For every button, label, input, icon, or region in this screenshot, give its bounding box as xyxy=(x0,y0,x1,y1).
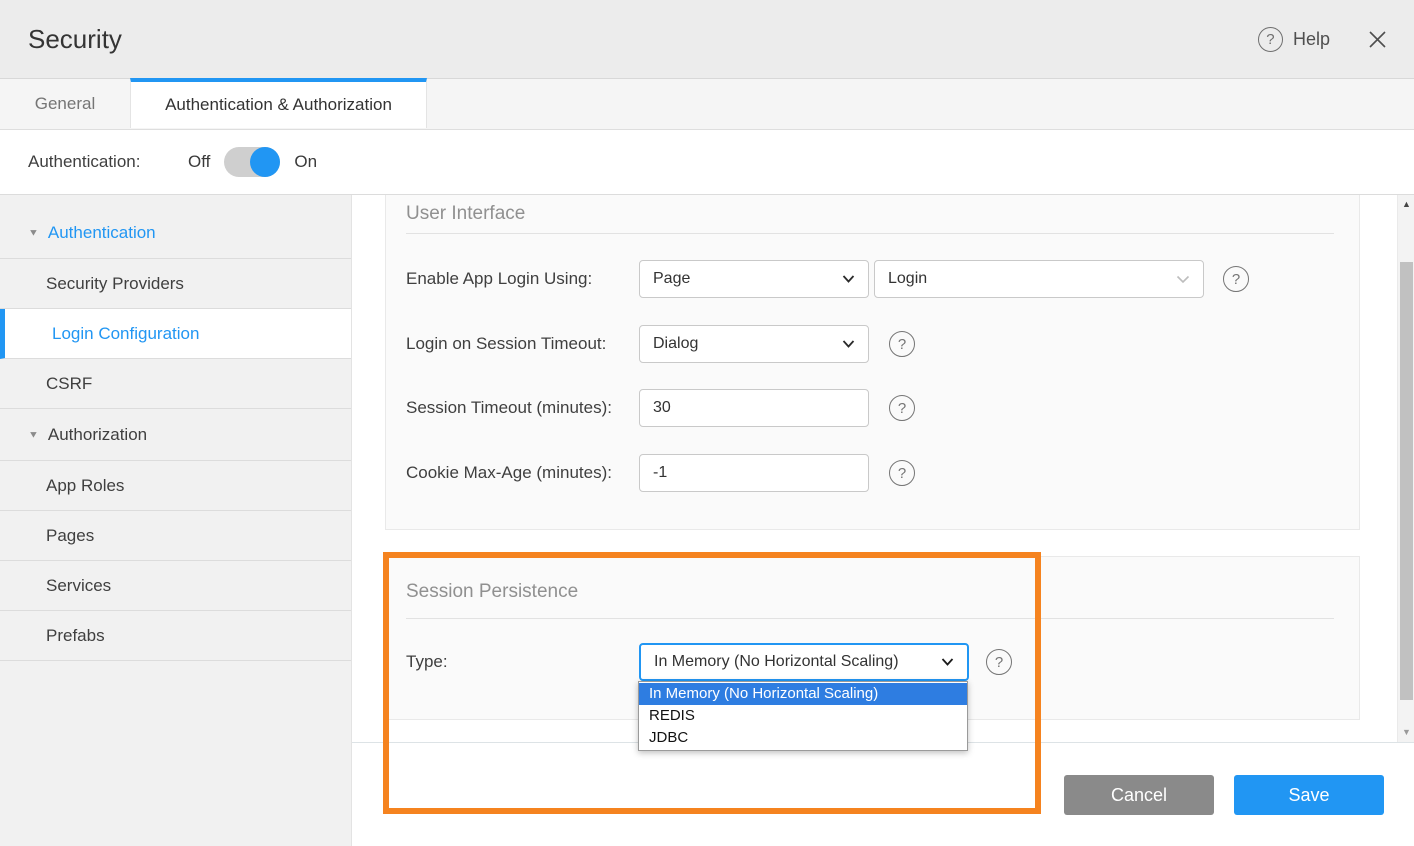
login-session-timeout-label: Login on Session Timeout: xyxy=(406,325,606,363)
user-interface-heading: User Interface xyxy=(406,195,1334,233)
authentication-toggle-row: Authentication: Off On xyxy=(0,130,1414,195)
help-icon[interactable]: ? xyxy=(889,331,915,357)
sidebar-section-label: Authorization xyxy=(48,425,147,445)
help-icon[interactable]: ? xyxy=(986,649,1012,675)
tab-bar: General Authentication & Authorization xyxy=(0,78,1414,130)
chevron-down-icon xyxy=(842,275,855,283)
toggle-on-label: On xyxy=(294,152,317,172)
select-value: Dialog xyxy=(653,335,698,353)
user-interface-panel: User Interface Enable App Login Using: P… xyxy=(385,195,1360,530)
enable-app-login-row: Enable App Login Using: Page Login ? xyxy=(406,260,1339,298)
help-icon[interactable]: ? xyxy=(889,460,915,486)
select-value: In Memory (No Horizontal Scaling) xyxy=(654,653,899,671)
scrollbar-thumb[interactable] xyxy=(1400,262,1413,700)
enable-app-login-select[interactable]: Page xyxy=(639,260,869,298)
settings-sidebar: ▼ Authentication Security Providers Logi… xyxy=(0,195,352,846)
sidebar-item-label: Pages xyxy=(46,526,94,546)
dropdown-option-in-memory[interactable]: In Memory (No Horizontal Scaling) xyxy=(639,683,967,705)
session-timeout-label: Session Timeout (minutes): xyxy=(406,389,612,427)
help-button[interactable]: ? Help xyxy=(1258,27,1330,52)
login-session-timeout-select[interactable]: Dialog xyxy=(639,325,869,363)
tab-general[interactable]: General xyxy=(0,79,130,129)
chevron-down-icon xyxy=(1176,275,1190,284)
chevron-down-icon xyxy=(941,658,954,666)
session-timeout-input[interactable] xyxy=(639,389,869,427)
sidebar-item-app-roles[interactable]: App Roles xyxy=(0,461,351,511)
sidebar-section-authentication[interactable]: ▼ Authentication xyxy=(0,207,351,259)
sidebar-item-label: Security Providers xyxy=(46,274,184,294)
dialog-header: Security ? Help xyxy=(0,0,1414,78)
page-title: Security xyxy=(28,0,122,78)
close-icon[interactable] xyxy=(1366,28,1388,50)
help-icon[interactable]: ? xyxy=(889,395,915,421)
sidebar-item-services[interactable]: Services xyxy=(0,561,351,611)
login-page-select[interactable]: Login xyxy=(874,260,1204,298)
select-value: Login xyxy=(888,270,927,288)
authentication-label: Authentication: xyxy=(28,152,178,172)
sidebar-item-pages[interactable]: Pages xyxy=(0,511,351,561)
collapse-triangle-icon: ▼ xyxy=(28,429,39,439)
cookie-max-age-input[interactable] xyxy=(639,454,869,492)
toggle-off-label: Off xyxy=(188,152,210,172)
vertical-scrollbar[interactable]: ▲ ▼ xyxy=(1397,195,1414,743)
sidebar-item-label: App Roles xyxy=(46,476,124,496)
sidebar-item-csrf[interactable]: CSRF xyxy=(0,359,351,409)
session-persistence-type-row: Type: In Memory (No Horizontal Scaling) … xyxy=(406,643,1339,681)
sidebar-item-label: Services xyxy=(46,576,111,596)
sidebar-item-security-providers[interactable]: Security Providers xyxy=(0,259,351,309)
session-persistence-heading: Session Persistence xyxy=(406,573,1334,611)
dropdown-option-jdbc[interactable]: JDBC xyxy=(639,727,967,749)
dropdown-option-redis[interactable]: REDIS xyxy=(639,705,967,727)
chevron-down-icon xyxy=(842,340,855,348)
help-icon[interactable]: ? xyxy=(1223,266,1249,292)
cookie-max-age-row: Cookie Max-Age (minutes): ? xyxy=(406,454,1339,492)
cancel-button[interactable]: Cancel xyxy=(1064,775,1214,815)
heading-divider xyxy=(406,618,1334,619)
login-session-timeout-row: Login on Session Timeout: Dialog ? xyxy=(406,325,1339,363)
sidebar-item-label: Login Configuration xyxy=(52,324,199,344)
session-timeout-row: Session Timeout (minutes): ? xyxy=(406,389,1339,427)
tab-authentication-authorization[interactable]: Authentication & Authorization xyxy=(130,78,427,128)
type-select-dropdown: In Memory (No Horizontal Scaling) REDIS … xyxy=(638,681,968,751)
help-circle-icon: ? xyxy=(1258,27,1283,52)
scroll-up-arrow-icon[interactable]: ▲ xyxy=(1398,199,1414,209)
sidebar-item-prefabs[interactable]: Prefabs xyxy=(0,611,351,661)
scroll-down-arrow-icon[interactable]: ▼ xyxy=(1398,727,1414,737)
sidebar-item-login-configuration[interactable]: Login Configuration xyxy=(0,309,351,359)
session-persistence-type-select[interactable]: In Memory (No Horizontal Scaling) xyxy=(639,643,969,681)
authentication-toggle[interactable] xyxy=(224,147,280,177)
type-label: Type: xyxy=(406,643,448,681)
collapse-triangle-icon: ▼ xyxy=(28,227,39,237)
select-value: Page xyxy=(653,270,690,288)
cookie-max-age-label: Cookie Max-Age (minutes): xyxy=(406,454,612,492)
sidebar-item-label: Prefabs xyxy=(46,626,105,646)
security-dialog: Security ? Help General Authentication &… xyxy=(0,0,1414,846)
sidebar-section-authorization[interactable]: ▼ Authorization xyxy=(0,409,351,461)
sidebar-item-label: CSRF xyxy=(46,374,92,394)
save-button[interactable]: Save xyxy=(1234,775,1384,815)
heading-divider xyxy=(406,233,1334,234)
sidebar-section-label: Authentication xyxy=(48,223,156,243)
enable-app-login-label: Enable App Login Using: xyxy=(406,260,592,298)
help-label: Help xyxy=(1293,29,1330,50)
toggle-knob xyxy=(250,147,280,177)
